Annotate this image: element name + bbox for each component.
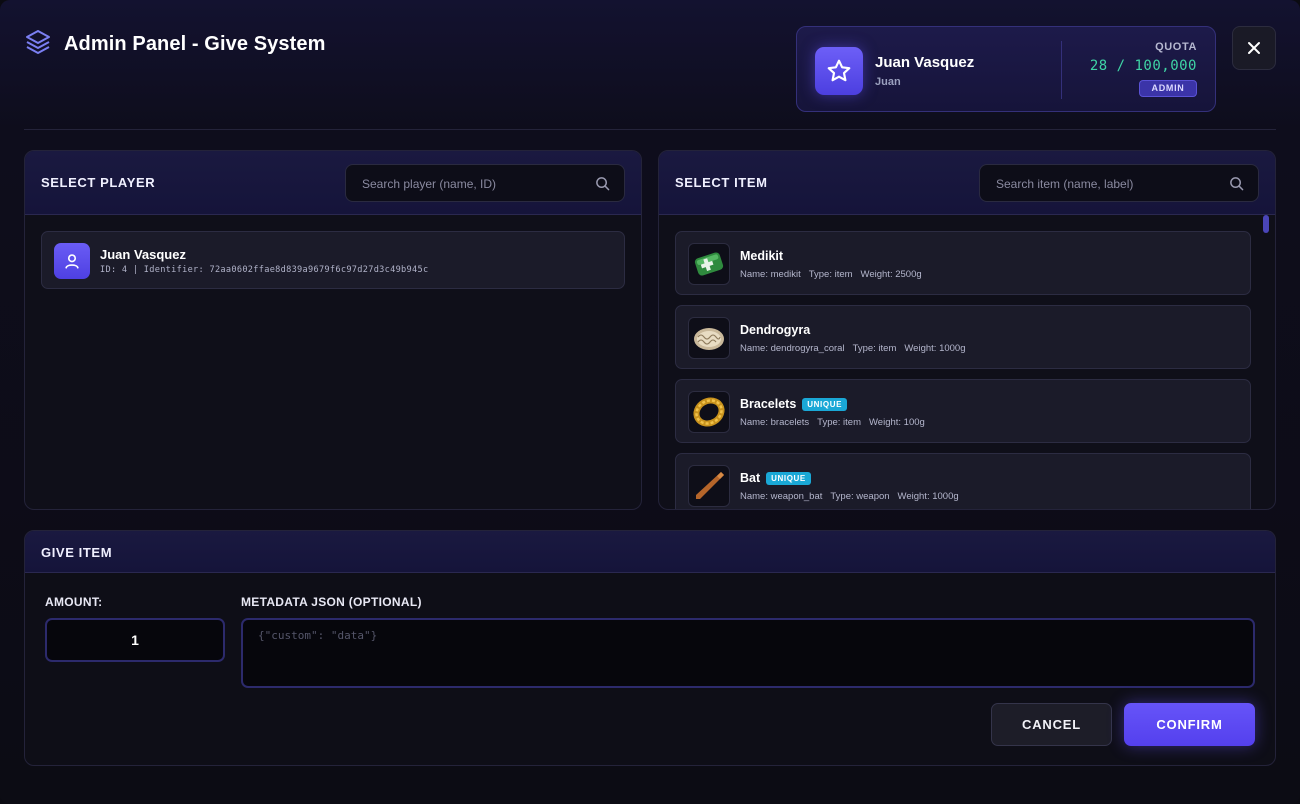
item-label-text: Dendrogyra [740, 323, 811, 337]
item-name: Name: medikit [740, 269, 801, 280]
item-list-scrollbar[interactable] [1263, 215, 1269, 233]
item-meta: Name: weapon_bat Type: weapon Weight: 1000… [740, 491, 967, 502]
role-badge: ADMIN [1139, 80, 1197, 97]
admin-username: Juan [875, 76, 901, 88]
select-item-title: SELECT ITEM [675, 175, 768, 190]
player-name: Juan Vasquez [100, 247, 186, 262]
item-type: Type: weapon [830, 491, 890, 502]
item-meta: Name: dendrogyra_coral Type: item Weight: … [740, 343, 973, 354]
user-icon [54, 243, 90, 279]
give-item-title: GIVE ITEM [41, 545, 113, 560]
item-list-item-dendrogyra[interactable]: Dendrogyra Name: dendrogyra_coral Type: i… [675, 305, 1251, 369]
item-search-input[interactable]: Search item (name, label) [979, 164, 1259, 202]
item-weight: Weight: 100g [869, 417, 925, 428]
star-icon [815, 47, 863, 95]
header-divider [24, 129, 1276, 130]
item-label: Dendrogyra [740, 323, 810, 337]
metadata-label: METADATA JSON (OPTIONAL) [241, 595, 422, 609]
player-list-item[interactable]: Juan Vasquez ID: 4 | Identifier: 72aa060… [41, 231, 625, 289]
select-item-header: SELECT ITEM Search item (name, label) [659, 151, 1275, 215]
quota-label: QUOTA [1155, 41, 1197, 53]
divider [1061, 41, 1062, 99]
select-player-panel: SELECT PLAYER Search player (name, ID) J… [24, 150, 642, 510]
item-name: Name: bracelets [740, 417, 810, 428]
medikit-icon [688, 243, 730, 285]
player-details: ID: 4 | Identifier: 72aa0602ffae8d839a96… [100, 265, 429, 275]
search-icon [596, 177, 610, 191]
close-button[interactable] [1232, 26, 1276, 70]
amount-label: AMOUNT: [45, 595, 103, 609]
give-item-panel: GIVE ITEM AMOUNT: METADATA JSON (OPTIONA… [24, 530, 1276, 766]
confirm-button[interactable]: CONFIRM [1124, 703, 1255, 746]
title-group: Admin Panel - Give System [24, 28, 325, 61]
item-label-text: Bracelets [740, 397, 797, 411]
item-weight: Weight: 1000g [897, 491, 959, 502]
metadata-placeholder: {"custom": "data"} [258, 629, 378, 642]
item-meta: Name: bracelets Type: item Weight: 100g [740, 417, 933, 428]
select-item-panel: SELECT ITEM Search item (name, label) Me… [658, 150, 1276, 510]
player-search-input[interactable]: Search player (name, ID) [345, 164, 625, 202]
select-player-title: SELECT PLAYER [41, 175, 156, 190]
item-name: Name: dendrogyra_coral [740, 343, 845, 354]
amount-input[interactable]: 1 [45, 618, 225, 662]
page-title: Admin Panel - Give System [64, 33, 326, 55]
item-weight: Weight: 1000g [904, 343, 966, 354]
unique-badge: UNIQUE [802, 397, 848, 411]
bracelet-icon [688, 391, 730, 433]
admin-name: Juan Vasquez [875, 54, 975, 71]
item-list-item-bat[interactable]: Bat UNIQUE Name: weapon_bat Type: weapon W… [675, 453, 1251, 509]
admin-profile-card: Juan Vasquez Juan QUOTA 28 / 100,000 ADM… [796, 26, 1216, 112]
bat-icon [688, 465, 730, 507]
item-weight: Weight: 2500g [860, 269, 922, 280]
give-item-header: GIVE ITEM [25, 531, 1275, 573]
item-type: Type: item [817, 417, 861, 428]
quota-value: 28 / 100,000 [1089, 58, 1197, 74]
select-player-header: SELECT PLAYER Search player (name, ID) [25, 151, 641, 215]
close-icon [1248, 42, 1260, 54]
item-meta: Name: medikit Type: item Weight: 2500g [740, 269, 930, 280]
unique-badge: UNIQUE [766, 471, 811, 485]
metadata-json-input[interactable]: {"custom": "data"} [241, 618, 1255, 688]
item-type: Type: item [808, 269, 853, 280]
coral-icon [688, 317, 730, 359]
item-label: Bat UNIQUE [740, 471, 811, 485]
item-list-item-bracelets[interactable]: Bracelets UNIQUE Name: bracelets Type: it… [675, 379, 1251, 443]
layers-icon [24, 28, 52, 61]
item-label-text: Medikit [740, 249, 784, 263]
item-name: Name: weapon_bat [740, 491, 823, 502]
item-label-text: Bat [740, 471, 761, 485]
item-search-placeholder: Search item (name, label) [996, 177, 1134, 191]
item-type: Type: item [852, 343, 897, 354]
cancel-button[interactable]: CANCEL [991, 703, 1112, 746]
player-search-placeholder: Search player (name, ID) [362, 177, 497, 191]
item-list-item-medikit[interactable]: Medikit Name: medikit Type: item Weight: 2… [675, 231, 1251, 295]
search-icon [1230, 177, 1244, 191]
header: Admin Panel - Give System Juan Vasquez J… [0, 0, 1300, 130]
admin-give-window: Admin Panel - Give System Juan Vasquez J… [0, 0, 1300, 804]
item-label: Medikit [740, 249, 783, 263]
item-label: Bracelets UNIQUE [740, 397, 848, 411]
